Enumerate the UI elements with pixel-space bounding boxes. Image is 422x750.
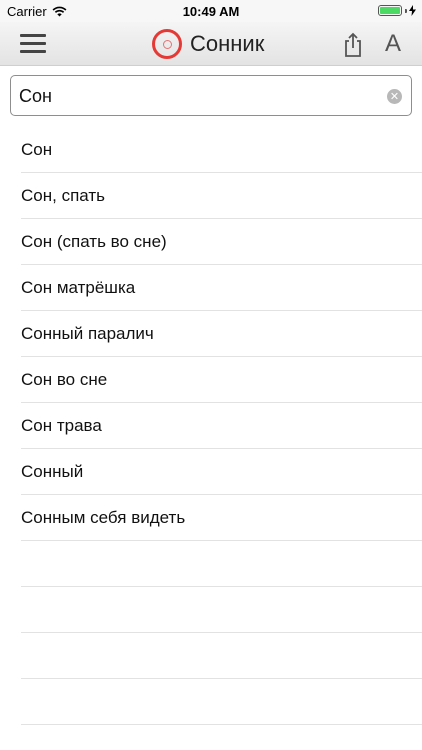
font-size-button[interactable]: A — [380, 30, 406, 58]
status-bar: Carrier 10:49 AM — [0, 0, 422, 22]
list-item-label: Сон (спать во сне) — [21, 232, 167, 251]
list-item-label: Сон трава — [21, 416, 102, 435]
list-item[interactable]: Сонный паралич — [21, 311, 422, 357]
list-item[interactable]: Сон во сне — [21, 357, 422, 403]
app-logo-icon — [152, 29, 182, 59]
list-item[interactable]: Сон — [21, 127, 422, 173]
list-item-label: Сон матрёшка — [21, 278, 136, 297]
list-item[interactable]: Сонным себя видеть — [21, 495, 422, 541]
battery-cap — [405, 8, 407, 13]
nav-bar: Сонник A — [0, 22, 422, 66]
empty-row — [21, 541, 422, 587]
list-item-label: Сон — [21, 140, 53, 159]
list-item-label: Сон во сне — [21, 370, 108, 389]
empty-row — [21, 633, 422, 679]
page-title: Сонник — [190, 31, 265, 56]
list-item[interactable]: Сон (спать во сне) — [21, 219, 422, 265]
charging-bolt-icon — [409, 5, 416, 16]
share-icon[interactable] — [340, 31, 366, 59]
list-item[interactable]: Сон трава — [21, 403, 422, 449]
clear-icon[interactable]: ✕ — [387, 89, 402, 104]
list-item-label: Сонный — [21, 462, 84, 481]
app-root: Carrier 10:49 AM Сонник A Сон ✕ Сон Сон,… — [0, 0, 422, 750]
list-item[interactable]: Сон, спать — [21, 173, 422, 219]
status-time: 10:49 AM — [182, 4, 240, 19]
empty-row — [21, 679, 422, 725]
battery-icon — [378, 5, 402, 16]
search-area: ✕ — [0, 67, 422, 127]
empty-row — [21, 587, 422, 633]
list-item-label: Сонный паралич — [21, 324, 154, 343]
results-list: Сон Сон, спать Сон (спать во сне) Сон ма… — [0, 127, 422, 725]
nav-title-group: Сонник — [152, 28, 264, 60]
list-item-label: Сон, спать — [21, 186, 105, 205]
list-item[interactable]: Сон матрёшка — [21, 265, 422, 311]
status-right — [378, 5, 416, 16]
list-item-label: Сонным себя видеть — [21, 508, 186, 527]
search-box: ✕ — [10, 75, 412, 116]
hamburger-menu-icon[interactable] — [20, 34, 46, 54]
list-item[interactable]: Сонный — [21, 449, 422, 495]
search-input[interactable] — [19, 82, 379, 110]
